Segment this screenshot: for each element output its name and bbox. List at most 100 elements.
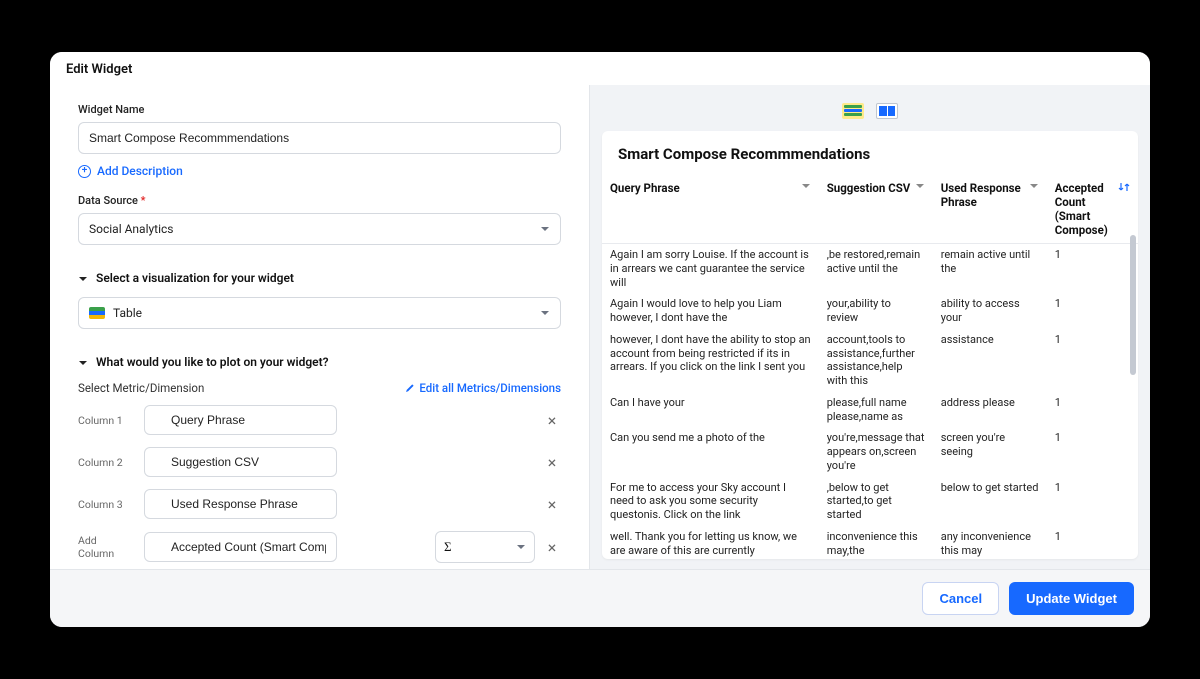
- column-row: Column 3 ×: [78, 489, 561, 519]
- column-label: Column 2: [78, 456, 134, 469]
- column-label: Column 3: [78, 498, 134, 511]
- table-row[interactable]: however, I dont have the ability to stop…: [602, 329, 1138, 392]
- column-header[interactable]: Suggestion CSV: [819, 175, 933, 244]
- visualization-section-toggle[interactable]: Select a visualization for your widget: [78, 271, 561, 285]
- table-row[interactable]: Can you send me a photo of the you're,me…: [602, 427, 1138, 476]
- data-source-label: Data Source: [78, 194, 561, 207]
- remove-column-button[interactable]: ×: [543, 411, 561, 429]
- update-widget-button[interactable]: Update Widget: [1009, 582, 1134, 615]
- visualization-section-title: Select a visualization for your widget: [96, 271, 294, 285]
- edit-widget-modal: Edit Widget Widget Name + Add Descriptio…: [50, 52, 1150, 627]
- cell-used-response: assistance: [933, 329, 1047, 392]
- edit-all-metrics-link[interactable]: Edit all Metrics/Dimensions: [404, 381, 561, 395]
- scrollbar-thumb[interactable]: [1130, 235, 1136, 375]
- cell-query-phrase: Can you send me a photo of the: [602, 427, 819, 476]
- aggregation-select[interactable]: Σ: [435, 531, 535, 563]
- modal-footer: Cancel Update Widget: [50, 569, 1150, 627]
- cell-suggestion-csv: ,below to get started,to get started: [819, 477, 933, 526]
- preview-toggle-row: [590, 85, 1150, 131]
- modal-title: Edit Widget: [50, 52, 1150, 85]
- grid-view-toggle[interactable]: [876, 103, 898, 119]
- remove-column-button[interactable]: ×: [543, 495, 561, 513]
- table-row[interactable]: Can I have your please,full name please,…: [602, 392, 1138, 428]
- cell-suggestion-csv: please,full name please,name as: [819, 392, 933, 428]
- add-description-button[interactable]: + Add Description: [78, 164, 183, 178]
- cell-accepted-count: 1: [1047, 392, 1138, 428]
- preview-panel: Smart Compose Recommmendations Query Phr…: [590, 85, 1150, 569]
- cell-accepted-count: 1: [1047, 244, 1138, 294]
- cell-query-phrase: however, I dont have the ability to stop…: [602, 329, 819, 392]
- plot-section-title: What would you like to plot on your widg…: [96, 355, 329, 369]
- cell-accepted-count: 1: [1047, 477, 1138, 526]
- add-column-row: Add Column Σ ×: [78, 531, 561, 563]
- column-input[interactable]: [144, 447, 337, 477]
- cell-query-phrase: Can I have your: [602, 392, 819, 428]
- column-row: Column 2 ×: [78, 447, 561, 477]
- table-icon: [89, 307, 105, 319]
- cell-suggestion-csv: inconvenience this may,the inconvenience: [819, 526, 933, 559]
- table-row[interactable]: For me to access your Sky account I need…: [602, 477, 1138, 526]
- visualization-value: Table: [113, 306, 142, 320]
- add-column-label: Add Column: [78, 534, 134, 560]
- data-source-select[interactable]: Social Analytics: [78, 213, 561, 245]
- plot-section-toggle[interactable]: What would you like to plot on your widg…: [78, 355, 561, 369]
- column-header[interactable]: Query Phrase: [602, 175, 819, 244]
- cancel-button[interactable]: Cancel: [922, 582, 999, 615]
- cell-used-response: ability to access your: [933, 293, 1047, 329]
- caret-down-icon: [78, 273, 88, 283]
- cell-used-response: any inconvenience this may: [933, 526, 1047, 559]
- column-header[interactable]: Accepted Count (Smart Compose): [1047, 175, 1138, 244]
- plot-section: What would you like to plot on your widg…: [78, 355, 561, 563]
- chevron-down-icon: [915, 181, 925, 191]
- cell-query-phrase: Again I would love to help you Liam howe…: [602, 293, 819, 329]
- column-label: Column 1: [78, 414, 134, 427]
- preview-card: Smart Compose Recommmendations Query Phr…: [602, 131, 1138, 559]
- cell-suggestion-csv: you're,message that appears on,screen yo…: [819, 427, 933, 476]
- add-column-input[interactable]: [144, 532, 337, 562]
- sigma-icon: Σ: [444, 539, 452, 555]
- edit-all-label: Edit all Metrics/Dimensions: [419, 381, 561, 395]
- column-header-label: Used Response Phrase: [941, 181, 1025, 209]
- modal-body: Widget Name + Add Description Data Sourc…: [50, 85, 1150, 569]
- table-row[interactable]: Again I am sorry Louise. If the account …: [602, 244, 1138, 294]
- remove-column-button[interactable]: ×: [543, 538, 561, 556]
- cell-accepted-count: 1: [1047, 526, 1138, 559]
- plus-circle-icon: +: [78, 165, 91, 178]
- cell-used-response: below to get started: [933, 477, 1047, 526]
- cell-suggestion-csv: account,tools to assistance,further assi…: [819, 329, 933, 392]
- cell-accepted-count: 1: [1047, 427, 1138, 476]
- pencil-icon: [404, 383, 415, 394]
- chevron-down-icon: [540, 308, 550, 318]
- table-row[interactable]: Again I would love to help you Liam howe…: [602, 293, 1138, 329]
- select-metric-label: Select Metric/Dimension: [78, 381, 204, 395]
- column-input[interactable]: [144, 489, 337, 519]
- caret-down-icon: [78, 357, 88, 367]
- sort-icon: [1118, 181, 1130, 193]
- column-header[interactable]: Used Response Phrase: [933, 175, 1047, 244]
- remove-column-button[interactable]: ×: [543, 453, 561, 471]
- form-panel: Widget Name + Add Description Data Sourc…: [50, 85, 590, 569]
- data-source-value: Social Analytics: [89, 222, 174, 236]
- preview-table: Query Phrase Suggestion CSV Used Response …: [602, 175, 1138, 559]
- cell-query-phrase: For me to access your Sky account I need…: [602, 477, 819, 526]
- table-row[interactable]: well. Thank you for letting us know, we …: [602, 526, 1138, 559]
- cell-suggestion-csv: your,ability to review: [819, 293, 933, 329]
- cell-query-phrase: well. Thank you for letting us know, we …: [602, 526, 819, 559]
- widget-name-input[interactable]: [78, 122, 561, 154]
- visualization-select[interactable]: Table: [78, 297, 561, 329]
- preview-table-wrap[interactable]: Query Phrase Suggestion CSV Used Response …: [602, 175, 1138, 559]
- add-description-label: Add Description: [97, 164, 183, 178]
- preview-title: Smart Compose Recommmendations: [602, 131, 1138, 175]
- cell-used-response: address please: [933, 392, 1047, 428]
- cell-accepted-count: 1: [1047, 329, 1138, 392]
- chevron-down-icon: [540, 224, 550, 234]
- chevron-down-icon: [1029, 181, 1039, 191]
- chevron-down-icon: [801, 181, 811, 191]
- column-header-label: Query Phrase: [610, 181, 680, 195]
- column-row: Column 1 ×: [78, 405, 561, 435]
- chevron-down-icon: [516, 542, 526, 552]
- widget-name-label: Widget Name: [78, 103, 561, 116]
- column-input[interactable]: [144, 405, 337, 435]
- cell-query-phrase: Again I am sorry Louise. If the account …: [602, 244, 819, 294]
- list-view-toggle[interactable]: [842, 103, 864, 119]
